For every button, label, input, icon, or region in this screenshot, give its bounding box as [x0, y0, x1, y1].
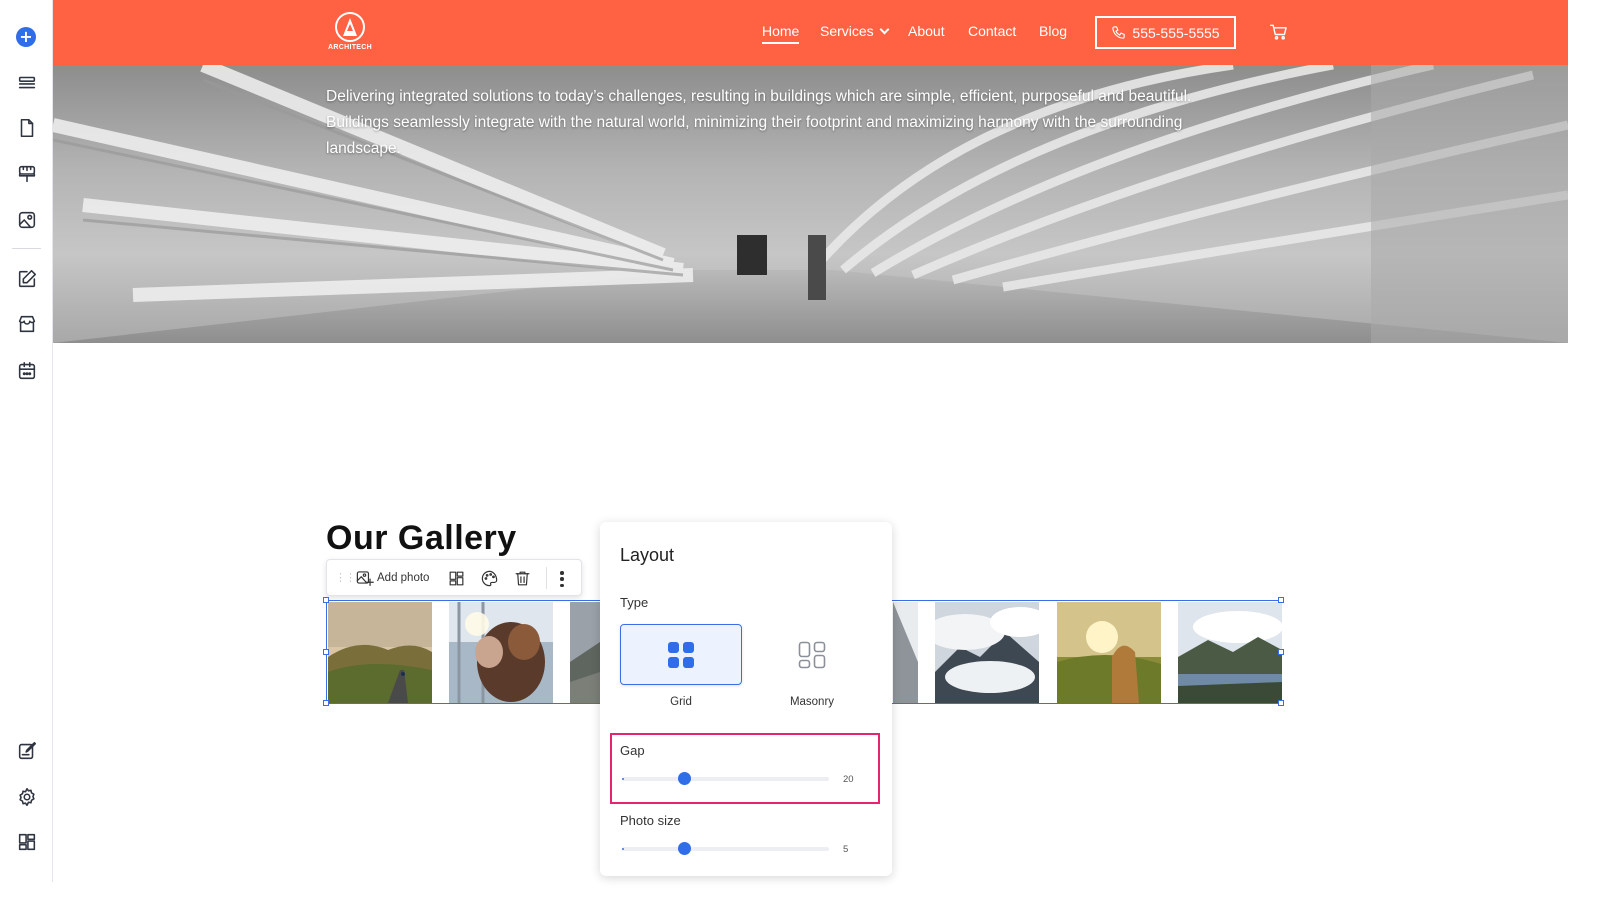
- add-photo-label: Add photo: [377, 571, 430, 584]
- add-icon[interactable]: +: [16, 27, 36, 47]
- type-label: Type: [620, 595, 649, 610]
- gallery-photo[interactable]: [1178, 602, 1282, 703]
- gallery-photo[interactable]: [328, 602, 432, 703]
- type-masonry-option[interactable]: [751, 624, 873, 685]
- site-header: ARCHITECH Home Services About Contact Bl…: [53, 0, 1568, 65]
- settings-icon[interactable]: [13, 783, 40, 810]
- chevron-down-icon: [879, 24, 890, 35]
- gap-slider[interactable]: [622, 777, 829, 781]
- gap-label: Gap: [620, 743, 645, 758]
- nav-services-label: Services: [820, 23, 874, 39]
- drag-handle-icon[interactable]: ⋮⋮: [335, 571, 356, 584]
- more-icon[interactable]: [559, 569, 565, 589]
- site-logo[interactable]: ARCHITECH: [325, 11, 375, 55]
- couple-hug-photo: [449, 602, 553, 703]
- resize-handle[interactable]: [1278, 597, 1284, 603]
- road-mountains-photo: [328, 602, 432, 703]
- store-icon[interactable]: [13, 310, 40, 337]
- resize-handle[interactable]: [323, 649, 329, 655]
- photo-size-value: 5: [843, 844, 849, 855]
- gap-highlight: [610, 733, 880, 804]
- woman-sunset-photo: [1057, 602, 1161, 703]
- gallery-photo[interactable]: [935, 602, 1039, 703]
- gap-value: 20: [843, 774, 854, 785]
- cloudy-mountain-photo: [935, 602, 1039, 703]
- calendar-icon[interactable]: [13, 357, 40, 384]
- nav-contact[interactable]: Contact: [968, 23, 1016, 39]
- resize-handle[interactable]: [323, 597, 329, 603]
- hero-banner: Delivering integrated solutions to today…: [53, 65, 1568, 343]
- pages-icon[interactable]: [13, 114, 40, 141]
- photo-size-label: Photo size: [620, 813, 681, 828]
- type-masonry-label: Masonry: [789, 696, 835, 708]
- theme-icon[interactable]: [13, 160, 40, 187]
- resize-handle[interactable]: [1278, 649, 1284, 655]
- add-photo-button[interactable]: Add photo: [355, 568, 429, 587]
- phone-icon: [1112, 26, 1126, 39]
- trash-icon[interactable]: [513, 569, 533, 589]
- media-icon[interactable]: [13, 206, 40, 233]
- apps-icon[interactable]: [13, 828, 40, 855]
- toolbar-divider: [546, 567, 547, 589]
- nav-about[interactable]: About: [908, 23, 945, 39]
- type-grid-label: Grid: [670, 696, 692, 708]
- slider-min-dot: [622, 778, 624, 780]
- partial-photo-right: [893, 602, 918, 703]
- photo-size-slider-thumb[interactable]: [677, 842, 691, 855]
- blog-editor-icon[interactable]: [13, 265, 40, 292]
- type-grid-option[interactable]: [620, 624, 742, 685]
- logo-text: ARCHITECH: [328, 44, 372, 51]
- layout-panel: Layout Type Grid Masonry Gap 20 Photo si…: [600, 522, 892, 876]
- forms-icon[interactable]: [13, 737, 40, 764]
- sections-icon[interactable]: [13, 69, 40, 96]
- palette-icon[interactable]: [480, 569, 500, 589]
- photo-size-slider[interactable]: [622, 847, 829, 851]
- hero-line-1: Delivering integrated solutions to today…: [326, 88, 1192, 105]
- sidebar-divider: [12, 248, 41, 249]
- phone-button[interactable]: 555-555-5555: [1095, 16, 1236, 49]
- hero-line-3: landscape.: [326, 140, 401, 157]
- layout-icon[interactable]: [447, 569, 467, 589]
- gallery-toolbar: ⋮⋮ Add photo: [326, 559, 582, 596]
- logo-mark-icon: [335, 12, 365, 42]
- hero-description: Delivering integrated solutions to today…: [326, 84, 1276, 162]
- nav-services[interactable]: Services: [820, 23, 890, 39]
- lake-mountains-photo: [1178, 602, 1282, 703]
- add-photo-icon: [356, 571, 374, 587]
- editor-sidebar: +: [0, 0, 53, 882]
- phone-number: 555-555-5555: [1132, 24, 1220, 41]
- gallery-photo[interactable]: [570, 602, 600, 703]
- gallery-photo[interactable]: [893, 602, 918, 703]
- nav-home[interactable]: Home: [762, 23, 800, 44]
- grid-layout-icon: [668, 641, 694, 668]
- slider-min-dot: [622, 848, 624, 850]
- panel-title: Layout: [620, 545, 675, 565]
- cart-icon[interactable]: [1269, 22, 1289, 42]
- gallery-photo[interactable]: [449, 602, 553, 703]
- gap-slider-thumb[interactable]: [677, 772, 691, 785]
- partial-photo: [570, 602, 600, 703]
- resize-handle[interactable]: [1278, 700, 1284, 706]
- hero-line-2: Buildings seamlessly integrate with the …: [326, 114, 1183, 131]
- gallery-photo[interactable]: [1057, 602, 1161, 703]
- masonry-layout-icon: [798, 641, 826, 668]
- gallery-title: Our Gallery: [326, 519, 517, 557]
- nav-blog[interactable]: Blog: [1039, 23, 1067, 39]
- resize-handle[interactable]: [323, 700, 329, 706]
